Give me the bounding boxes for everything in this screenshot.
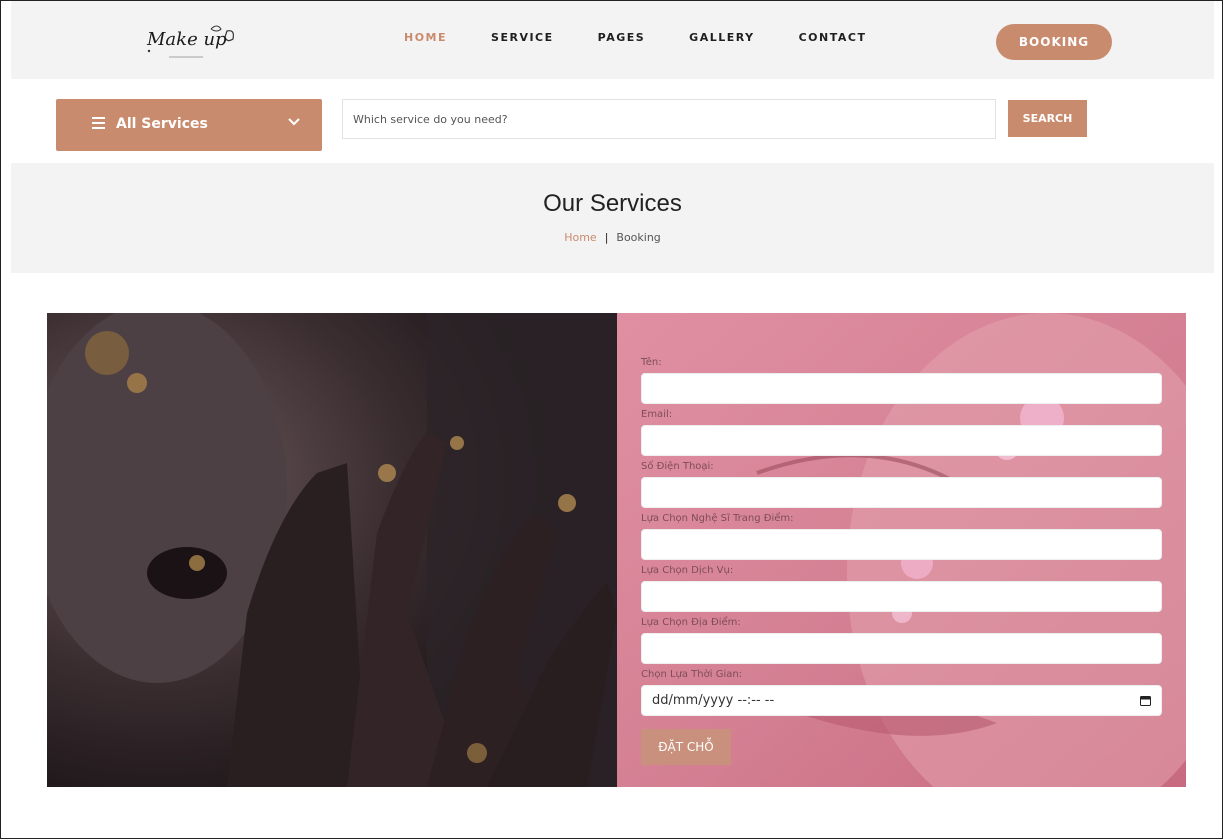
nav-gallery[interactable]: GALLERY (689, 31, 754, 44)
location-field[interactable] (641, 633, 1162, 664)
name-field[interactable] (641, 373, 1162, 404)
breadcrumb-home[interactable]: Home (564, 231, 596, 244)
artist-field[interactable] (641, 529, 1162, 560)
email-field[interactable] (641, 425, 1162, 456)
phone-field[interactable] (641, 477, 1162, 508)
logo-text: Make up (147, 29, 227, 50)
service-field[interactable] (641, 581, 1162, 612)
calendar-icon[interactable] (1140, 695, 1151, 706)
breadcrumb-current: Booking (616, 231, 661, 244)
booking-button[interactable]: BOOKING (996, 24, 1112, 60)
all-services-label: All Services (116, 116, 208, 132)
chevron-down-icon (288, 118, 300, 126)
search-input[interactable] (342, 99, 996, 139)
datetime-label: Chọn Lựa Thời Gian: (641, 669, 743, 680)
header: Make up HOME SERVICE PAGES GALLERY CONTA… (11, 1, 1214, 79)
nav-pages[interactable]: PAGES (598, 31, 646, 44)
datetime-placeholder: dd/mm/yyyy --:-- -- (652, 693, 775, 708)
breadcrumb: Home | Booking (11, 231, 1214, 244)
booking-form: Tên: Email: Số Điện Thoại: Lựa Chọn Nghệ… (641, 353, 1162, 765)
nav-home[interactable]: HOME (404, 31, 447, 44)
nav-service[interactable]: SERVICE (491, 31, 554, 44)
logo[interactable]: Make up (141, 21, 261, 65)
breadcrumb-separator: | (604, 231, 609, 244)
menu-icon (92, 117, 105, 129)
model-photo-art (47, 313, 617, 787)
phone-label: Số Điện Thoại: (641, 461, 714, 472)
name-label: Tên: (641, 357, 662, 368)
location-label: Lựa Chọn Địa Điểm: (641, 617, 741, 628)
nav-contact[interactable]: CONTACT (799, 31, 867, 44)
datetime-field[interactable]: dd/mm/yyyy --:-- -- (641, 685, 1162, 716)
page-banner: Our Services Home | Booking (11, 163, 1214, 273)
makeup-model-photo (47, 313, 617, 787)
book-submit-button[interactable]: ĐẶT CHỖ (641, 729, 731, 765)
page-title: Our Services (543, 190, 682, 217)
artist-label: Lựa Chọn Nghệ Sĩ Trang Điểm: (641, 513, 794, 524)
main-nav: HOME SERVICE PAGES GALLERY CONTACT (404, 31, 910, 44)
email-label: Email: (641, 409, 673, 420)
search-button[interactable]: SEARCH (1008, 100, 1087, 137)
all-services-dropdown[interactable]: All Services (56, 99, 322, 151)
service-label: Lựa Chọn Dịch Vụ: (641, 565, 734, 576)
